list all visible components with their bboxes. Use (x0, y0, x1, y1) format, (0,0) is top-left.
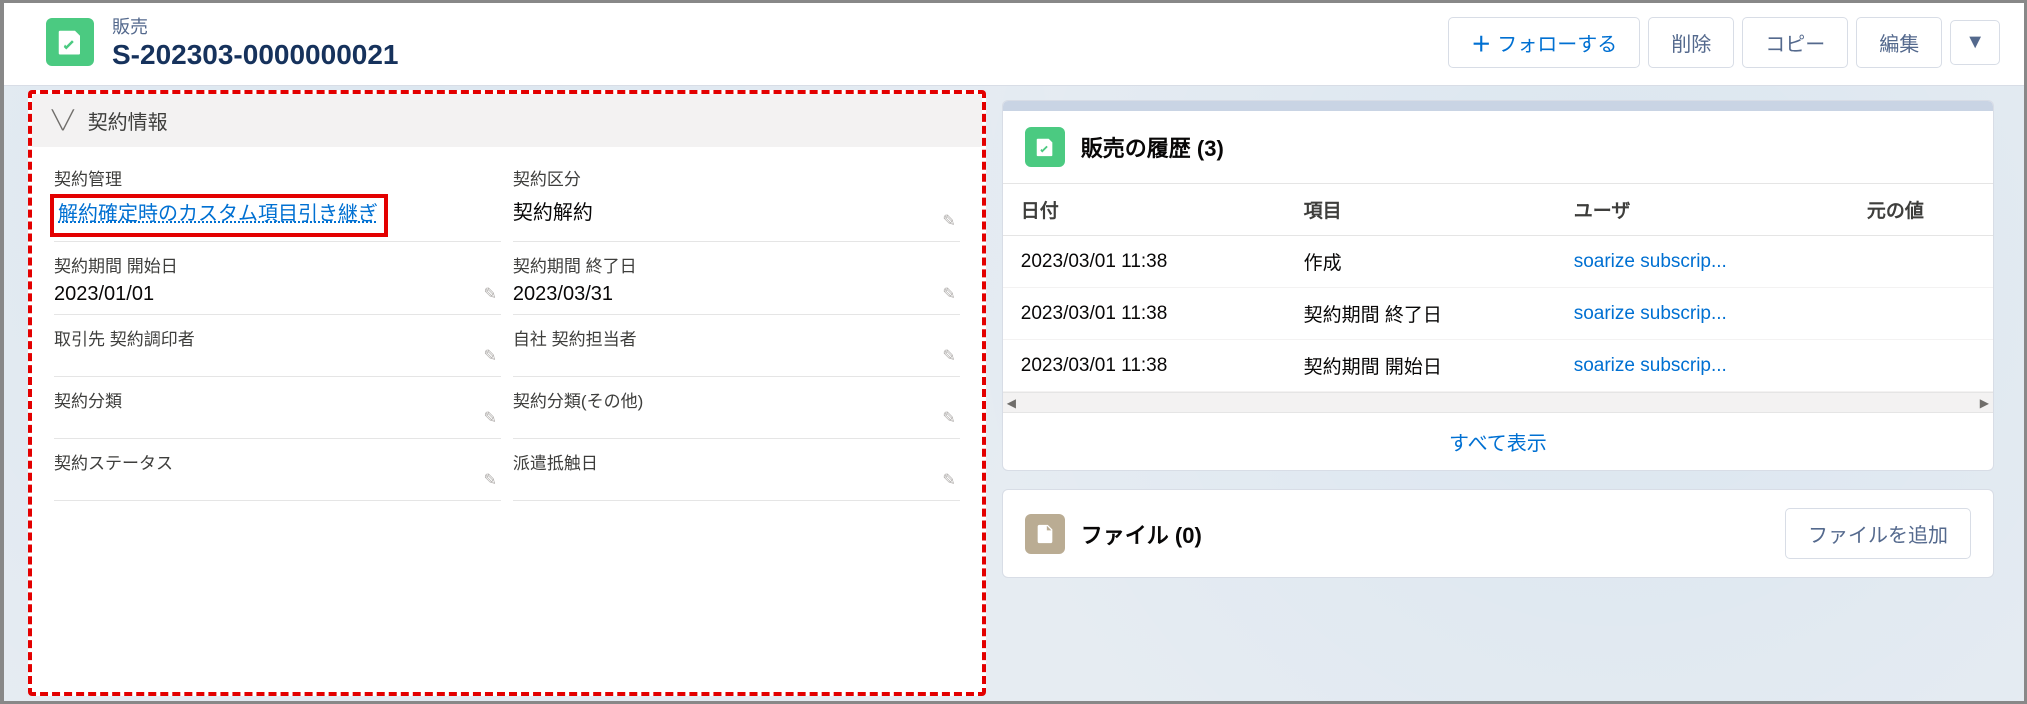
field-partner-signer: 取引先 契約調印者 ✎ (54, 325, 501, 377)
record-name: S-202303-0000000021 (112, 39, 1448, 71)
follow-button[interactable]: ＋ フォローする (1448, 17, 1640, 68)
cell-user-link[interactable]: soarize subscrip... (1556, 236, 1849, 288)
horizontal-scrollbar[interactable]: ◀ ▶ (1003, 392, 1993, 412)
pencil-icon[interactable]: ✎ (942, 346, 955, 366)
cell-item: 契約期間 開始日 (1286, 340, 1556, 392)
cell-user-link[interactable]: soarize subscrip... (1556, 340, 1849, 392)
cell-orig (1849, 340, 1993, 392)
edit-button[interactable]: 編集 (1856, 17, 1942, 68)
contract-mgmt-link[interactable]: 解約確定時のカスタム項目引き継ぎ (58, 203, 378, 225)
field-own-signer: 自社 契約担当者 ✎ (513, 325, 960, 377)
contract-fields: 契約管理 解約確定時のカスタム項目引き継ぎ 契約区分 契約解約 ✎ (32, 147, 982, 513)
history-card-header: 販売の履歴 (3) (1003, 111, 1993, 183)
record-header: 販売 S-202303-0000000021 ＋ フォローする 削除 コピー 編集… (4, 3, 2024, 86)
pencil-icon[interactable]: ✎ (942, 284, 955, 304)
file-card-title: ファイル (0) (1081, 518, 1202, 550)
contract-section-header[interactable]: ╲╱ 契約情報 (32, 94, 982, 147)
field-status: 契約ステータス ✎ (54, 449, 501, 501)
scroll-left-icon: ◀ (1007, 396, 1016, 410)
contract-section-title: 契約情報 (88, 106, 168, 135)
pencil-icon[interactable]: ✎ (942, 211, 955, 231)
field-row: 取引先 契約調印者 ✎ 自社 契約担当者 ✎ (54, 317, 960, 379)
record-type-icon (46, 18, 94, 66)
cell-date: 2023/03/01 11:38 (1003, 288, 1286, 340)
left-column: ╲╱ 契約情報 契約管理 解約確定時のカスタム項目引き継ぎ 契約区分 (4, 86, 994, 704)
table-row: 2023/03/01 11:38 契約期間 終了日 soarize subscr… (1003, 288, 1993, 340)
add-file-button[interactable]: ファイルを追加 (1785, 508, 1971, 559)
field-category-other: 契約分類(その他) ✎ (513, 387, 960, 439)
view-all-link[interactable]: すべて表示 (1449, 433, 1547, 455)
field-contract-mgmt: 契約管理 解約確定時のカスタム項目引き継ぎ (54, 165, 501, 242)
file-card-header: ファイル (0) ファイルを追加 (1003, 490, 1993, 577)
field-label: 契約期間 終了日 (513, 252, 960, 277)
cell-item: 契約期間 終了日 (1286, 288, 1556, 340)
history-table: 日付 項目 ユーザ 元の値 2023/03/01 11:38 作成 soariz… (1003, 183, 1993, 392)
file-icon (1025, 514, 1065, 554)
contract-info-highlight: ╲╱ 契約情報 契約管理 解約確定時のカスタム項目引き継ぎ 契約区分 (28, 90, 986, 696)
table-row: 2023/03/01 11:38 作成 soarize subscrip... (1003, 236, 1993, 288)
field-value: 2023/03/31 (513, 283, 613, 305)
col-item: 項目 (1286, 184, 1556, 236)
field-row: 契約ステータス ✎ 派遣抵触日 ✎ (54, 441, 960, 503)
pencil-icon[interactable]: ✎ (942, 470, 955, 490)
history-icon (1025, 127, 1065, 167)
delete-button[interactable]: 削除 (1648, 17, 1734, 68)
highlight-contract-mgmt-value: 解約確定時のカスタム項目引き継ぎ (50, 194, 388, 237)
cell-orig (1849, 288, 1993, 340)
field-label: 取引先 契約調印者 (54, 325, 501, 350)
cell-item: 作成 (1286, 236, 1556, 288)
pencil-icon[interactable]: ✎ (484, 408, 497, 428)
copy-button[interactable]: コピー (1742, 17, 1848, 68)
col-orig: 元の値 (1849, 184, 1993, 236)
pencil-icon[interactable]: ✎ (484, 470, 497, 490)
follow-button-label: フォローする (1497, 34, 1617, 56)
field-value: 契約解約 (513, 202, 593, 224)
scroll-right-icon: ▶ (1980, 396, 1989, 410)
history-card-title: 販売の履歴 (3) (1081, 131, 1224, 163)
pencil-icon[interactable]: ✎ (942, 408, 955, 428)
record-title-wrap: 販売 S-202303-0000000021 (112, 13, 1448, 71)
field-row: 契約管理 解約確定時のカスタム項目引き継ぎ 契約区分 契約解約 ✎ (54, 157, 960, 244)
history-header-row: 日付 項目 ユーザ 元の値 (1003, 184, 1993, 236)
field-label: 契約区分 (513, 165, 960, 190)
col-date: 日付 (1003, 184, 1286, 236)
file-card: ファイル (0) ファイルを追加 (1002, 489, 1994, 578)
field-label: 契約管理 (54, 165, 501, 190)
field-value: 2023/01/01 (54, 283, 154, 305)
field-row: 契約期間 開始日 2023/01/01 ✎ 契約期間 終了日 2023/03/3… (54, 244, 960, 317)
pencil-icon[interactable]: ✎ (484, 284, 497, 304)
cell-user-link[interactable]: soarize subscrip... (1556, 288, 1849, 340)
table-row: 2023/03/01 11:38 契約期間 開始日 soarize subscr… (1003, 340, 1993, 392)
field-contract-div: 契約区分 契約解約 ✎ (513, 165, 960, 242)
field-label: 契約分類(その他) (513, 387, 960, 412)
field-row: 契約分類 ✎ 契約分類(その他) ✎ (54, 379, 960, 441)
chevron-down-icon: ╲╱ (52, 110, 74, 131)
field-label: 自社 契約担当者 (513, 325, 960, 350)
more-actions-button[interactable]: ▼ (1950, 20, 2000, 65)
field-dispatch: 派遣抵触日 ✎ (513, 449, 960, 501)
pencil-icon[interactable]: ✎ (484, 346, 497, 366)
field-label: 派遣抵触日 (513, 449, 960, 474)
right-column: 販売の履歴 (3) 日付 項目 ユーザ 元の値 2023/03/01 11:38 (994, 86, 2024, 704)
body: ╲╱ 契約情報 契約管理 解約確定時のカスタム項目引き継ぎ 契約区分 (4, 86, 2024, 704)
cell-date: 2023/03/01 11:38 (1003, 340, 1286, 392)
record-type-label: 販売 (112, 13, 1448, 39)
history-card-footer: すべて表示 (1003, 412, 1993, 470)
field-label: 契約ステータス (54, 449, 501, 474)
cell-date: 2023/03/01 11:38 (1003, 236, 1286, 288)
field-category: 契約分類 ✎ (54, 387, 501, 439)
app-frame: 販売 S-202303-0000000021 ＋ フォローする 削除 コピー 編集… (0, 0, 2027, 704)
card-accent (1003, 101, 1993, 111)
cell-orig (1849, 236, 1993, 288)
field-period-end: 契約期間 終了日 2023/03/31 ✎ (513, 252, 960, 315)
header-actions: ＋ フォローする 削除 コピー 編集 ▼ (1448, 17, 2000, 68)
plus-icon: ＋ (1471, 34, 1491, 56)
field-label: 契約分類 (54, 387, 501, 412)
field-label: 契約期間 開始日 (54, 252, 501, 277)
col-user: ユーザ (1556, 184, 1849, 236)
history-card: 販売の履歴 (3) 日付 項目 ユーザ 元の値 2023/03/01 11:38 (1002, 100, 1994, 471)
field-period-start: 契約期間 開始日 2023/01/01 ✎ (54, 252, 501, 315)
